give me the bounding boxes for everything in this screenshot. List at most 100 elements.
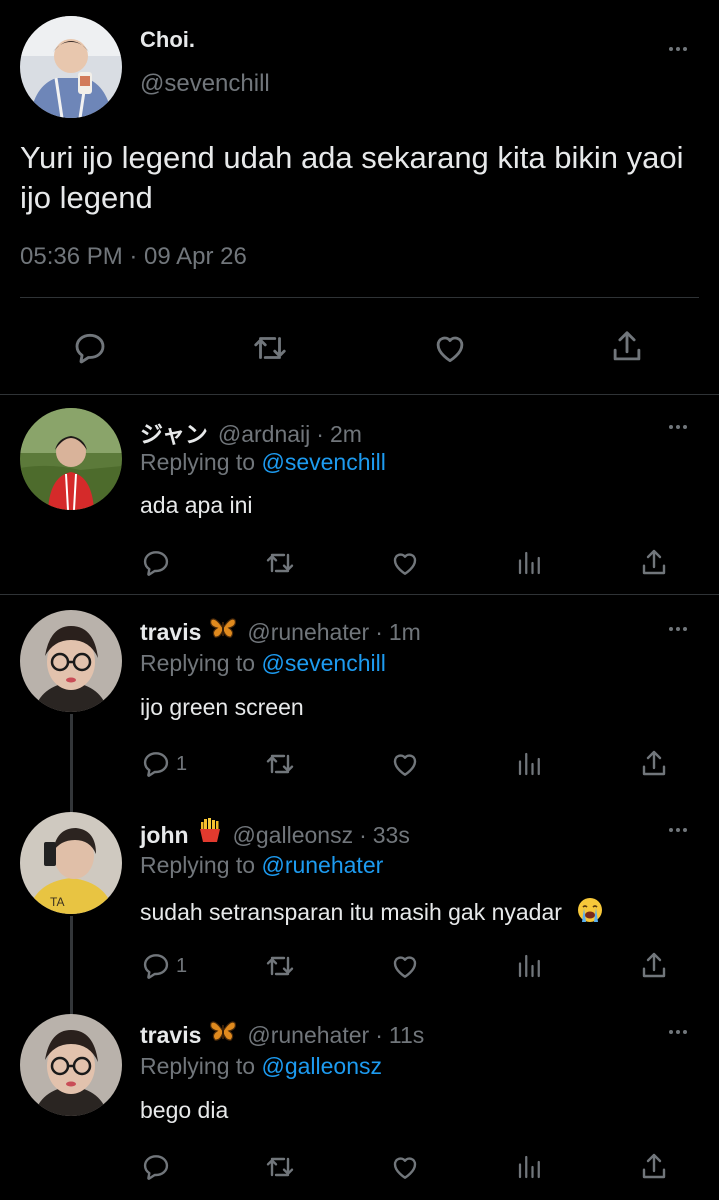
reply-display-name[interactable]: john xyxy=(140,822,189,849)
main-like-button[interactable] xyxy=(430,329,470,367)
reply-avatar[interactable] xyxy=(20,408,122,510)
replying-to-mention[interactable]: @galleonsz xyxy=(261,1053,382,1079)
main-more-icon[interactable] xyxy=(666,45,690,53)
reply-retweet-button[interactable] xyxy=(263,547,297,579)
reply-reply-button[interactable]: 1 xyxy=(140,748,187,780)
reply-avatar[interactable] xyxy=(20,1014,122,1116)
reply-header: travis @runehater · 1m xyxy=(140,616,421,646)
replying-to-mention[interactable]: @runehater xyxy=(261,852,383,878)
thread-connector xyxy=(70,714,73,814)
replying-to-prefix: Replying to xyxy=(140,852,262,878)
separator-dot: · xyxy=(316,421,324,447)
retweet-icon xyxy=(254,337,286,359)
main-retweet-button[interactable] xyxy=(250,329,290,367)
reply-reply-button[interactable] xyxy=(140,547,172,579)
reply-reply-button[interactable]: 1 xyxy=(140,950,187,982)
separator-dot: · xyxy=(359,822,367,848)
reply-text: bego dia xyxy=(140,1097,229,1123)
reply-display-name[interactable]: travis xyxy=(140,619,201,646)
reply-time[interactable]: 33s xyxy=(373,822,410,849)
retweet-icon xyxy=(266,553,294,573)
loudly-crying-face-icon xyxy=(576,896,604,930)
reply-retweet-button[interactable] xyxy=(263,748,297,780)
reply-like-button[interactable] xyxy=(388,748,422,780)
reply-header: ジャン @ardnaij · 2m xyxy=(140,415,362,449)
like-icon xyxy=(393,956,417,978)
reply-like-button[interactable] xyxy=(388,950,422,982)
main-handle[interactable]: @sevenchill xyxy=(140,70,270,98)
reply-count: 1 xyxy=(176,954,188,977)
main-reply-button[interactable] xyxy=(71,329,109,367)
reply-time[interactable]: 2m xyxy=(330,421,362,448)
reply-reply-button[interactable] xyxy=(140,1151,172,1183)
reply-retweet-button[interactable] xyxy=(263,950,297,982)
reply-handle[interactable]: @runehater xyxy=(247,619,369,646)
replying-to-line: Replying to @runehater xyxy=(140,852,383,879)
reply-more-icon[interactable] xyxy=(666,423,690,431)
replying-to-mention[interactable]: @sevenchill xyxy=(261,650,385,676)
reply-like-button[interactable] xyxy=(388,547,422,579)
replying-to-line: Replying to @galleonsz xyxy=(140,1053,382,1080)
like-icon xyxy=(393,1157,417,1179)
reply-icon xyxy=(75,333,105,364)
reply-count: 1 xyxy=(176,752,188,775)
like-icon xyxy=(393,553,417,575)
reply-views-button[interactable] xyxy=(515,1151,545,1183)
reply-display-name[interactable]: travis xyxy=(140,1022,201,1049)
reply-more-icon[interactable] xyxy=(666,1028,690,1036)
reply-text-line: sudah setransparan itu masih gak nyadar xyxy=(140,896,604,930)
reply-views-button[interactable] xyxy=(515,950,545,982)
reply-header: travis @runehater · 11s xyxy=(140,1019,424,1049)
share-icon xyxy=(642,952,666,978)
views-icon xyxy=(518,1155,540,1179)
reply-icon xyxy=(143,752,169,777)
reply-icon xyxy=(143,551,169,576)
reply-divider xyxy=(0,594,719,595)
main-avatar[interactable] xyxy=(20,16,122,118)
views-icon xyxy=(518,551,540,575)
reply-avatar[interactable]: TA xyxy=(20,812,122,914)
reply-views-button[interactable] xyxy=(515,547,545,579)
share-icon xyxy=(613,331,641,361)
reply-handle[interactable]: @galleonsz xyxy=(233,822,354,849)
reply-retweet-button[interactable] xyxy=(263,1151,297,1183)
share-icon xyxy=(642,750,666,776)
reply-share-button[interactable] xyxy=(638,949,670,983)
replying-to-prefix: Replying to xyxy=(140,449,262,475)
svg-text:TA: TA xyxy=(50,895,64,909)
main-tweet-text: Yuri ijo legend udah ada sekarang kita b… xyxy=(20,140,684,215)
separator-dot: · xyxy=(375,619,383,645)
retweet-icon xyxy=(266,1157,294,1177)
reply-icon xyxy=(143,1155,169,1180)
reply-header: john @galleonsz · 33s xyxy=(140,817,410,849)
reply-avatar[interactable] xyxy=(20,610,122,712)
replying-to-mention[interactable]: @sevenchill xyxy=(261,449,385,475)
reply-share-button[interactable] xyxy=(638,1150,670,1184)
section-divider xyxy=(0,394,719,395)
reply-share-button[interactable] xyxy=(638,747,670,781)
reply-more-icon[interactable] xyxy=(666,826,690,834)
reply-handle[interactable]: @ardnaij xyxy=(218,421,310,448)
replying-to-prefix: Replying to xyxy=(140,1053,262,1079)
thread-connector xyxy=(70,916,73,1016)
reply-text: ijo green screen xyxy=(140,694,304,720)
reply-share-button[interactable] xyxy=(638,546,670,580)
share-icon xyxy=(642,1153,666,1179)
share-icon xyxy=(642,549,666,575)
separator-dot: · xyxy=(375,1022,383,1048)
main-display-name[interactable]: Choi. xyxy=(140,27,195,53)
reply-more-icon[interactable] xyxy=(666,625,690,633)
reply-time[interactable]: 1m xyxy=(389,619,421,646)
reply-like-button[interactable] xyxy=(388,1151,422,1183)
main-share-button[interactable] xyxy=(608,327,646,367)
reply-time[interactable]: 11s xyxy=(389,1022,424,1049)
reply-icon xyxy=(143,954,169,979)
views-icon xyxy=(518,954,540,978)
reply-views-button[interactable] xyxy=(515,748,545,780)
fries-emoji-icon xyxy=(197,817,223,849)
main-timestamp[interactable]: 05:36 PM · 09 Apr 26 xyxy=(20,243,247,271)
like-icon xyxy=(393,754,417,776)
reply-handle[interactable]: @runehater xyxy=(247,1022,369,1049)
reply-display-name[interactable]: ジャン xyxy=(140,415,208,449)
replying-to-line: Replying to @sevenchill xyxy=(140,449,386,476)
